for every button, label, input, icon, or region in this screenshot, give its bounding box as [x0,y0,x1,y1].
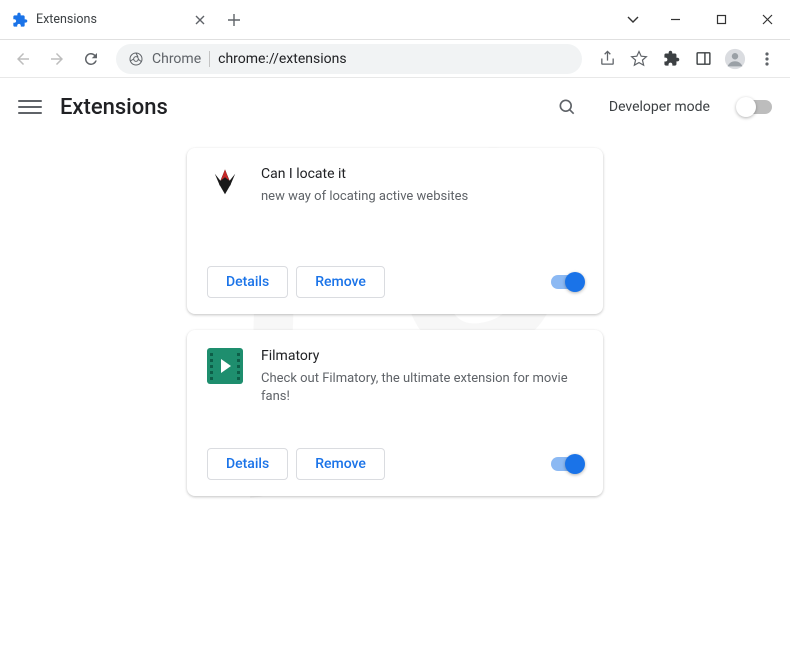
details-button[interactable]: Details [207,448,288,480]
extension-card: Filmatory Check out Filmatory, the ultim… [187,330,603,496]
extension-enable-toggle[interactable] [551,275,583,289]
close-window-button[interactable] [744,0,790,40]
extension-name: Filmatory [261,348,583,364]
address-bar[interactable]: Chrome chrome://extensions [116,44,582,74]
developer-mode-toggle[interactable] [738,100,772,114]
extension-description: new way of locating active websites [261,188,583,206]
tab-collapse-button[interactable] [614,0,652,40]
bookmark-button[interactable] [624,44,654,74]
extension-enable-toggle[interactable] [551,457,583,471]
remove-button[interactable]: Remove [296,448,385,480]
forward-button[interactable] [42,44,72,74]
toolbar: Chrome chrome://extensions [0,40,790,78]
page-title: Extensions [60,95,168,120]
new-tab-button[interactable] [220,0,248,39]
extensions-button[interactable] [656,44,686,74]
developer-mode-label: Developer mode [609,99,710,115]
appbar: Extensions Developer mode [0,78,790,136]
extensions-list: Can I locate it new way of locating acti… [0,136,790,508]
sidepanel-button[interactable] [688,44,718,74]
omnibox-url: chrome://extensions [218,51,346,67]
search-button[interactable] [557,97,577,117]
titlebar: Extensions [0,0,790,40]
chrome-icon [128,51,144,67]
extension-card: Can I locate it new way of locating acti… [187,148,603,314]
tab-title: Extensions [36,12,184,27]
extension-description: Check out Filmatory, the ultimate extens… [261,370,583,406]
hamburger-menu-button[interactable] [18,95,42,119]
share-button[interactable] [592,44,622,74]
menu-button[interactable] [752,44,782,74]
remove-button[interactable]: Remove [296,266,385,298]
extension-name: Can I locate it [261,166,583,182]
extension-icon [12,12,28,28]
maximize-button[interactable] [698,0,744,40]
close-tab-button[interactable] [192,12,208,28]
minimize-button[interactable] [652,0,698,40]
extension-logo-icon [207,348,243,384]
details-button[interactable]: Details [207,266,288,298]
profile-button[interactable] [720,44,750,74]
extension-logo-icon [207,166,243,202]
omnibox-label: Chrome [152,51,201,67]
reload-button[interactable] [76,44,106,74]
divider [209,51,210,67]
back-button[interactable] [8,44,38,74]
browser-tab[interactable]: Extensions [0,0,220,39]
